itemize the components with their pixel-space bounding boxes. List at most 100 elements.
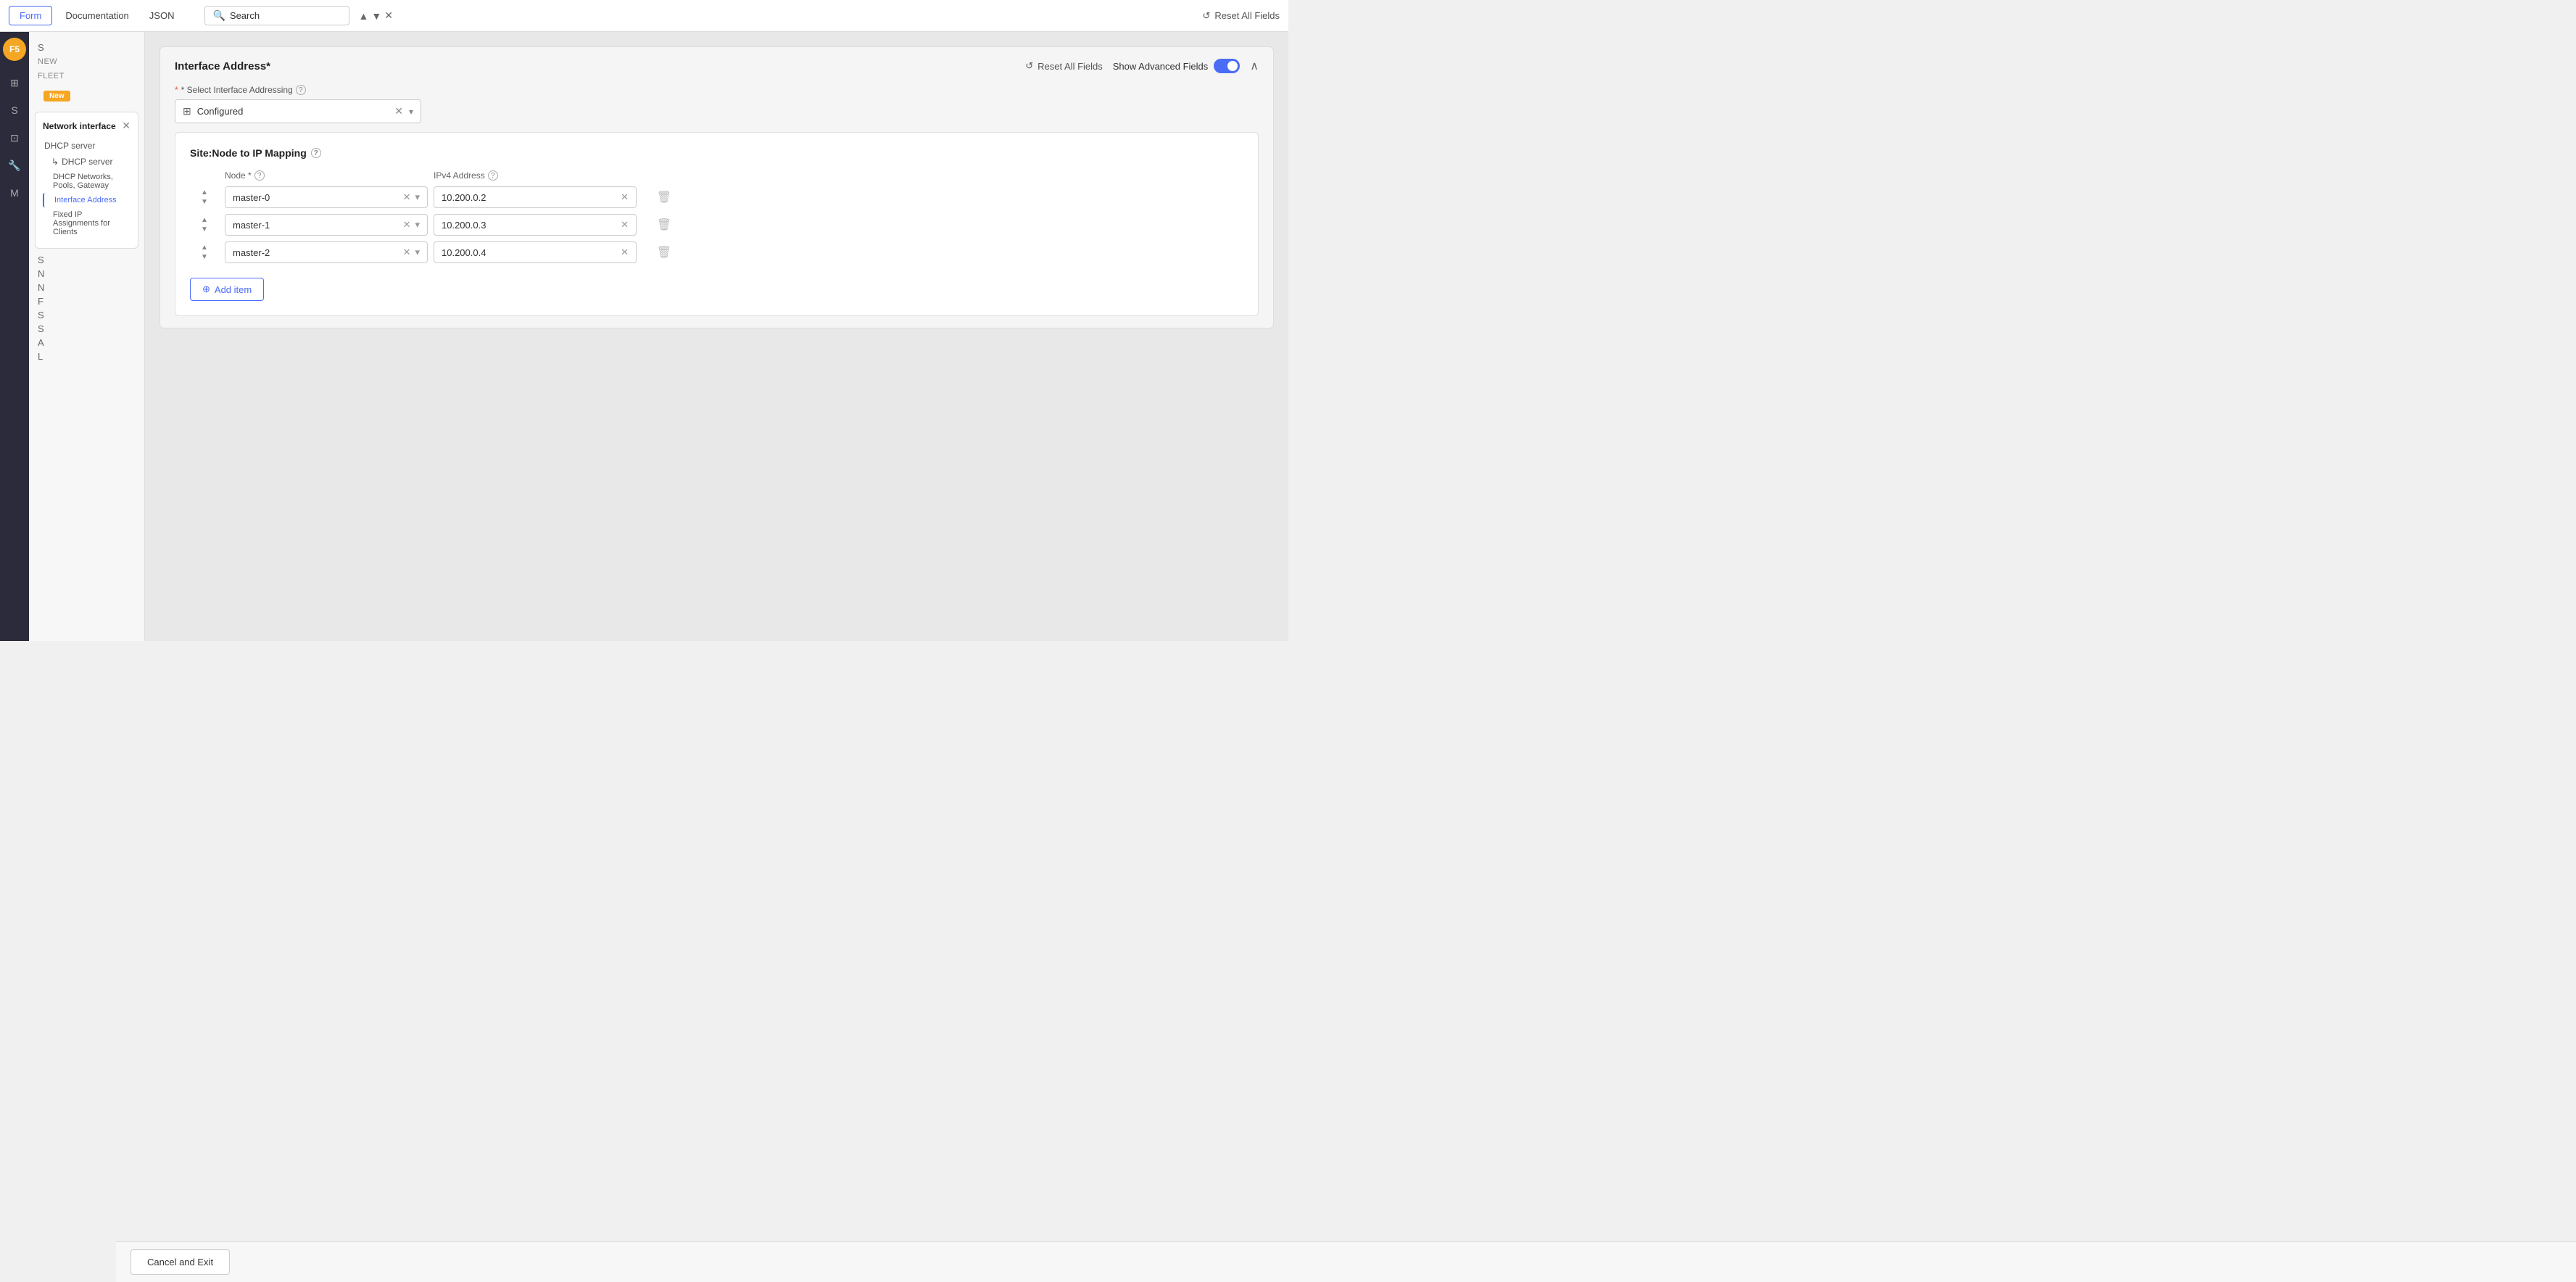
reset-fields-label: Reset All Fields xyxy=(1038,61,1103,72)
show-advanced-toggle: Show Advanced Fields xyxy=(1113,59,1241,73)
table-row: ▲ ▼ master-0 ✕ ▾ ✕ 🗑 xyxy=(190,186,1243,208)
node-column-header: Node * ? xyxy=(225,170,428,181)
row-2-ip-input[interactable] xyxy=(442,247,616,258)
row-2-ip-clear[interactable]: ✕ xyxy=(621,247,629,258)
row-1-node-value: master-1 xyxy=(233,220,399,231)
row-0-ip-clear[interactable]: ✕ xyxy=(621,191,629,203)
sidebar-char-n: N xyxy=(29,267,144,281)
row-2-node-clear[interactable]: ✕ xyxy=(403,247,411,258)
row-2-node-chevron[interactable]: ▾ xyxy=(415,247,420,258)
icon-tools[interactable]: 🔧 xyxy=(3,154,26,177)
row-2-controls: ▲ ▼ xyxy=(190,244,219,262)
sidebar-char-s4: S xyxy=(29,322,144,336)
sidebar-section: Network interface ✕ DHCP server ↳ DHCP s… xyxy=(35,112,138,249)
row-2-down-button[interactable]: ▼ xyxy=(200,253,209,262)
row-1-ip-input[interactable] xyxy=(442,220,616,231)
mapping-card: Site:Node to IP Mapping ? Node * ? IPv4 … xyxy=(175,132,1259,316)
sidebar-char-s3: S xyxy=(29,308,144,322)
sidebar-char-n2: N xyxy=(29,281,144,294)
bottom-bar: Cancel and Exit xyxy=(116,1241,2576,1282)
sidebar-item-interface-address[interactable]: Interface Address xyxy=(43,193,131,207)
app-logo: F5 xyxy=(3,38,26,61)
tab-form[interactable]: Form xyxy=(9,6,52,25)
nav-down-button[interactable]: ▼ xyxy=(371,9,381,22)
section-card: Interface Address* ↺ Reset All Fields Sh… xyxy=(160,46,1274,328)
sidebar: S New Fleet New Network interface ✕ DHCP… xyxy=(29,32,145,641)
sidebar-item-dhcp-networks[interactable]: DHCP Networks, Pools, Gateway xyxy=(43,170,131,193)
sidebar-item-dhcp-server-child[interactable]: ↳ DHCP server xyxy=(43,154,131,170)
row-1-down-button[interactable]: ▼ xyxy=(200,226,209,234)
row-0-down-button[interactable]: ▼ xyxy=(200,198,209,207)
icon-layers[interactable]: ⊡ xyxy=(3,126,26,149)
row-0-controls: ▲ ▼ xyxy=(190,189,219,207)
sidebar-char-a: A xyxy=(29,336,144,350)
node-header-info-icon[interactable]: ? xyxy=(254,170,265,181)
search-input[interactable] xyxy=(230,10,342,21)
icon-s[interactable]: S xyxy=(3,99,26,122)
row-1-up-button[interactable]: ▲ xyxy=(200,216,209,225)
mapping-info-icon[interactable]: ? xyxy=(311,148,321,158)
sidebar-section-title-text: Network interface xyxy=(43,121,116,131)
icon-grid[interactable]: ⊞ xyxy=(3,71,26,94)
row-1-ip-field[interactable]: ✕ xyxy=(434,214,637,236)
sidebar-fleet-label: Fleet xyxy=(29,69,144,83)
select-clear-button[interactable]: ✕ xyxy=(394,105,403,117)
nav-arrows: ▲ ▼ ✕ xyxy=(358,9,392,22)
row-2-delete-button[interactable]: 🗑 xyxy=(642,245,671,260)
section-header: Interface Address* ↺ Reset All Fields Sh… xyxy=(175,59,1259,73)
row-0-ip-field[interactable]: ✕ xyxy=(434,186,637,208)
tab-json[interactable]: JSON xyxy=(142,7,182,25)
row-0-node-select[interactable]: master-0 ✕ ▾ xyxy=(225,186,428,208)
addressing-select[interactable]: ⊞ Configured ✕ ▾ xyxy=(175,99,421,123)
reset-all-label: Reset All Fields xyxy=(1214,10,1280,21)
select-value: Configured xyxy=(197,106,389,117)
row-1-node-chevron[interactable]: ▾ xyxy=(415,219,420,231)
add-item-icon: ⊕ xyxy=(202,284,210,295)
tab-documentation[interactable]: Documentation xyxy=(58,7,136,25)
add-item-button[interactable]: ⊕ Add item xyxy=(190,278,264,301)
row-1-ip-clear[interactable]: ✕ xyxy=(621,219,629,231)
row-1-node-select[interactable]: master-1 ✕ ▾ xyxy=(225,214,428,236)
reset-icon: ↺ xyxy=(1203,10,1211,22)
table-row-container-1: ▲ ▼ master-1 ✕ ▾ ✕ 🗑 xyxy=(190,214,1243,236)
close-search-button[interactable]: ✕ xyxy=(384,9,393,22)
addressing-field-label: * * Select Interface Addressing ? xyxy=(175,85,1259,95)
ipv4-header-info-icon[interactable]: ? xyxy=(488,170,498,181)
sidebar-new-label: New xyxy=(29,54,144,69)
collapse-button[interactable]: ∧ xyxy=(1250,59,1259,73)
table-row: ▲ ▼ master-2 ✕ ▾ ✕ 🗑 xyxy=(190,241,1243,263)
reset-fields-button[interactable]: ↺ Reset All Fields xyxy=(1025,60,1103,72)
row-1-delete-button[interactable]: 🗑 xyxy=(642,218,671,232)
sidebar-item-fixed-ip[interactable]: Fixed IP Assignments for Clients xyxy=(43,207,131,239)
main-content: Interface Address* ↺ Reset All Fields Sh… xyxy=(145,32,1288,641)
nav-up-button[interactable]: ▲ xyxy=(358,9,368,22)
row-2-node-select[interactable]: master-2 ✕ ▾ xyxy=(225,241,428,263)
addressing-info-icon[interactable]: ? xyxy=(296,85,306,95)
sidebar-item-dhcp-server-parent[interactable]: DHCP server xyxy=(43,138,131,154)
row-1-node-clear[interactable]: ✕ xyxy=(403,219,411,231)
table-row-container-0: ▲ ▼ master-0 ✕ ▾ ✕ 🗑 xyxy=(190,186,1243,208)
advanced-toggle-switch[interactable] xyxy=(1214,59,1240,73)
cancel-exit-button[interactable]: Cancel and Exit xyxy=(131,1249,230,1275)
table-row: ▲ ▼ master-1 ✕ ▾ ✕ 🗑 xyxy=(190,214,1243,236)
row-1-controls: ▲ ▼ xyxy=(190,216,219,234)
reset-all-fields-button[interactable]: ↺ Reset All Fields xyxy=(1203,10,1280,22)
top-bar: Form Documentation JSON 🔍 ▲ ▼ ✕ ↺ Reset … xyxy=(0,0,1288,32)
row-0-node-chevron[interactable]: ▾ xyxy=(415,191,420,203)
row-2-node-value: master-2 xyxy=(233,247,399,258)
row-2-up-button[interactable]: ▲ xyxy=(200,244,209,252)
row-0-delete-button[interactable]: 🗑 xyxy=(642,190,671,204)
section-title: Interface Address* xyxy=(175,60,270,73)
layout: F5 ⊞ S ⊡ 🔧 M S New Fleet New Network int… xyxy=(0,32,1288,641)
row-0-ip-input[interactable] xyxy=(442,192,616,203)
sidebar-close-button[interactable]: ✕ xyxy=(122,120,131,132)
sidebar-new-badge: New xyxy=(44,91,70,102)
table-row-container-2: ▲ ▼ master-2 ✕ ▾ ✕ 🗑 xyxy=(190,241,1243,263)
row-0-node-clear[interactable]: ✕ xyxy=(403,191,411,203)
row-0-up-button[interactable]: ▲ xyxy=(200,189,209,197)
mapping-title: Site:Node to IP Mapping ? xyxy=(190,147,1243,159)
icon-m[interactable]: M xyxy=(3,181,26,204)
show-advanced-label: Show Advanced Fields xyxy=(1113,61,1209,72)
row-2-ip-field[interactable]: ✕ xyxy=(434,241,637,263)
search-area: 🔍 xyxy=(204,6,349,25)
